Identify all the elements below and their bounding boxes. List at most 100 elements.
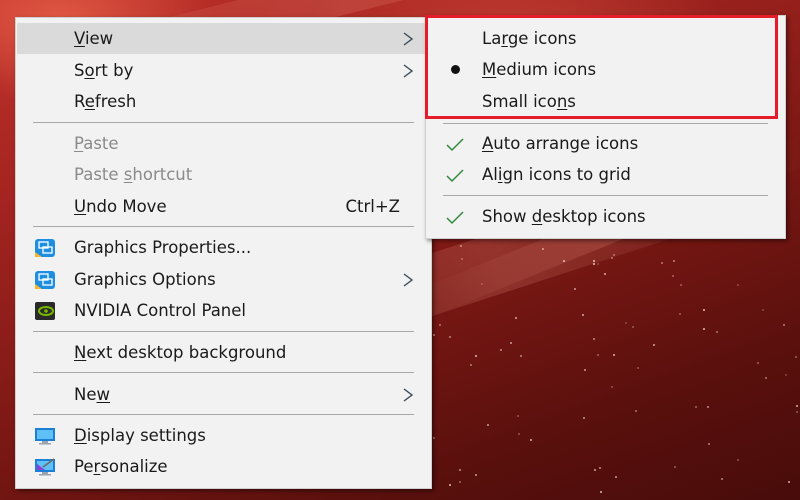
menu-item-display-settings[interactable]: Display settings — [17, 420, 430, 451]
wallpaper-star — [509, 342, 512, 345]
wallpaper-star — [783, 324, 786, 327]
menu-item-next-desktop-background[interactable]: Next desktop background — [17, 337, 430, 368]
wallpaper-star — [765, 377, 768, 380]
menu-item-label: Small icons — [482, 92, 576, 111]
wallpaper-star — [433, 436, 436, 439]
menu-separator — [33, 331, 414, 332]
wallpaper-star — [613, 354, 616, 357]
wallpaper-star — [612, 253, 615, 256]
wallpaper-star — [515, 316, 518, 319]
menu-item-label: Align icons to grid — [482, 165, 631, 184]
wallpaper-star — [599, 491, 602, 494]
menu-separator — [33, 414, 414, 415]
submenu-item-medium-icons[interactable]: Medium icons — [427, 54, 784, 85]
menu-item-label: Next desktop background — [74, 343, 287, 362]
menu-item-label: Sort by — [74, 61, 134, 80]
menu-item-label: Personalize — [74, 457, 168, 476]
menu-item-label: Undo Move — [74, 197, 167, 216]
wallpaper-star — [449, 335, 452, 338]
wallpaper-star — [474, 355, 477, 358]
wallpaper-star — [671, 275, 674, 278]
submenu-item-show-desktop-icons[interactable]: Show desktop icons — [427, 201, 784, 232]
menu-item-undo-move[interactable]: Undo Move Ctrl+Z — [17, 191, 430, 222]
wallpaper-star — [625, 321, 628, 324]
wallpaper-star — [596, 354, 599, 357]
menu-item-paste-shortcut[interactable]: Paste shortcut — [17, 159, 430, 190]
wallpaper-star — [562, 260, 565, 263]
wallpaper-star — [706, 406, 709, 409]
wallpaper-star — [573, 287, 576, 290]
checkmark-icon — [446, 211, 464, 225]
menu-separator — [443, 123, 768, 124]
wallpaper-star — [715, 331, 718, 334]
menu-item-personalize[interactable]: Personalize — [17, 451, 430, 482]
wallpaper-star — [438, 324, 441, 327]
intel-graphics-icon — [35, 271, 55, 289]
wallpaper-star — [499, 349, 502, 351]
wallpaper-star — [632, 325, 635, 328]
wallpaper-star — [796, 411, 799, 414]
menu-item-graphics-options[interactable]: Graphics Options — [17, 264, 430, 295]
wallpaper-star — [517, 433, 520, 436]
chevron-right-icon — [403, 388, 414, 402]
menu-item-label: Graphics Properties... — [74, 238, 252, 257]
menu-item-label: Large icons — [482, 29, 577, 48]
wallpaper-star — [598, 466, 601, 469]
wallpaper-star — [707, 443, 710, 446]
menu-item-sort-by[interactable]: Sort by — [17, 55, 430, 86]
menu-separator — [33, 372, 414, 373]
checkmark-icon — [446, 169, 464, 183]
wallpaper-star — [460, 257, 463, 260]
wallpaper-star — [448, 484, 451, 487]
wallpaper-star — [432, 333, 435, 336]
menu-item-view[interactable]: View — [17, 23, 430, 54]
wallpaper-star — [614, 475, 617, 478]
wallpaper-star — [592, 259, 595, 262]
personalize-icon — [35, 458, 55, 476]
menu-separator — [443, 195, 768, 196]
wallpaper-star — [737, 283, 740, 286]
wallpaper-star — [637, 366, 640, 369]
chevron-right-icon — [403, 273, 414, 287]
wallpaper-star — [594, 469, 597, 472]
wallpaper-star — [653, 344, 656, 347]
wallpaper-star — [761, 308, 764, 311]
wallpaper-star — [593, 263, 596, 266]
submenu-item-auto-arrange-icons[interactable]: Auto arrange icons — [427, 128, 784, 159]
wallpaper-star — [480, 282, 483, 285]
nvidia-icon — [35, 302, 55, 320]
wallpaper-star — [459, 468, 462, 471]
menu-separator — [33, 226, 414, 227]
wallpaper-star — [794, 355, 797, 358]
wallpaper-star — [582, 417, 585, 420]
menu-item-nvidia-control-panel[interactable]: NVIDIA Control Panel — [17, 295, 430, 326]
intel-graphics-icon — [35, 239, 55, 257]
wallpaper-star — [516, 414, 519, 417]
menu-item-label: NVIDIA Control Panel — [74, 301, 247, 320]
chevron-right-icon — [403, 64, 414, 78]
menu-item-paste[interactable]: Paste — [17, 128, 430, 159]
menu-item-label: Paste shortcut — [74, 165, 193, 184]
submenu-item-small-icons[interactable]: Small icons — [427, 86, 784, 117]
menu-item-label: Auto arrange icons — [482, 134, 639, 153]
menu-separator — [33, 122, 414, 123]
wallpaper-star — [674, 466, 677, 469]
wallpaper-star — [610, 256, 613, 259]
menu-item-label: Medium icons — [482, 60, 597, 79]
menu-item-label: Graphics Options — [74, 270, 216, 289]
submenu-item-align-icons-to-grid[interactable]: Align icons to grid — [427, 159, 784, 190]
menu-item-refresh[interactable]: Refresh — [17, 86, 430, 117]
wallpaper-star — [673, 259, 676, 262]
display-settings-icon — [35, 428, 55, 445]
submenu-item-large-icons[interactable]: Large icons — [427, 23, 784, 54]
wallpaper-star — [582, 313, 584, 316]
wallpaper-star — [596, 263, 599, 266]
wallpaper-star — [796, 405, 799, 408]
menu-item-graphics-properties[interactable]: Graphics Properties... — [17, 232, 430, 263]
checkmark-icon — [446, 138, 464, 152]
menu-item-label: Show desktop icons — [482, 207, 646, 226]
wallpaper-star — [603, 272, 606, 275]
wallpaper-star — [702, 309, 705, 312]
wallpaper-star — [757, 362, 760, 365]
menu-item-new[interactable]: New — [17, 379, 430, 410]
